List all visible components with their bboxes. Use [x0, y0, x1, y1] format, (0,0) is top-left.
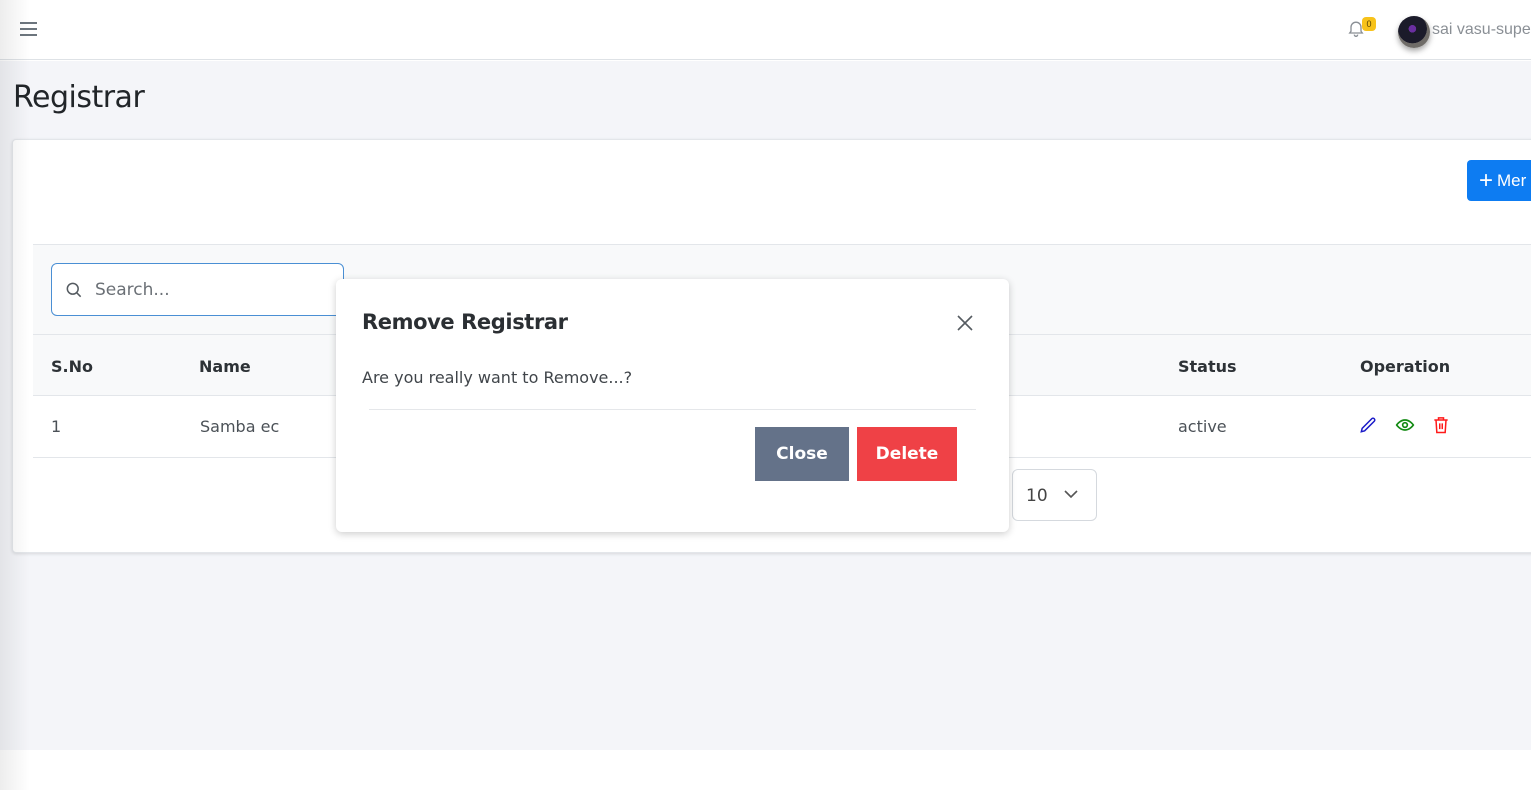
add-button-label: Mer [1497, 171, 1527, 190]
cell-name: Samba ec [200, 417, 280, 436]
notification-badge: 0 [1362, 17, 1376, 31]
avatar[interactable] [1398, 16, 1430, 48]
cell-sno: 1 [51, 417, 62, 436]
modal-divider [369, 409, 976, 410]
view-icon[interactable] [1395, 415, 1415, 435]
search-input[interactable] [95, 276, 335, 304]
chevron-down-icon [1064, 490, 1078, 499]
top-navbar: 0 sai vasu-supe [0, 0, 1531, 60]
remove-registrar-modal: Remove Registrar Are you really want to … [336, 279, 1009, 532]
search-icon [66, 282, 82, 298]
add-member-button[interactable]: + Mer [1467, 160, 1531, 201]
delete-button[interactable]: Delete [857, 427, 957, 481]
column-header-status[interactable]: Status [1178, 357, 1237, 376]
user-name[interactable]: sai vasu-supe [1432, 21, 1531, 39]
delete-icon[interactable] [1431, 415, 1451, 435]
plus-icon: + [1479, 167, 1494, 194]
hamburger-icon[interactable] [20, 22, 37, 37]
modal-message: Are you really want to Remove...? [362, 368, 633, 387]
column-header-operation: Operation [1360, 357, 1451, 376]
edit-icon[interactable] [1358, 415, 1378, 435]
modal-title: Remove Registrar [362, 310, 568, 334]
close-button[interactable]: Close [755, 427, 849, 481]
page-size-select[interactable]: 10 [1012, 469, 1097, 521]
page-size-value: 10 [1026, 486, 1048, 506]
cell-status: active [1178, 417, 1227, 436]
search-box[interactable] [51, 263, 344, 316]
column-header-sno[interactable]: S.No [51, 357, 93, 376]
column-header-name[interactable]: Name [199, 357, 251, 376]
close-icon[interactable] [956, 314, 974, 332]
page-title: Registrar [13, 80, 145, 115]
footer-area [0, 750, 1531, 790]
